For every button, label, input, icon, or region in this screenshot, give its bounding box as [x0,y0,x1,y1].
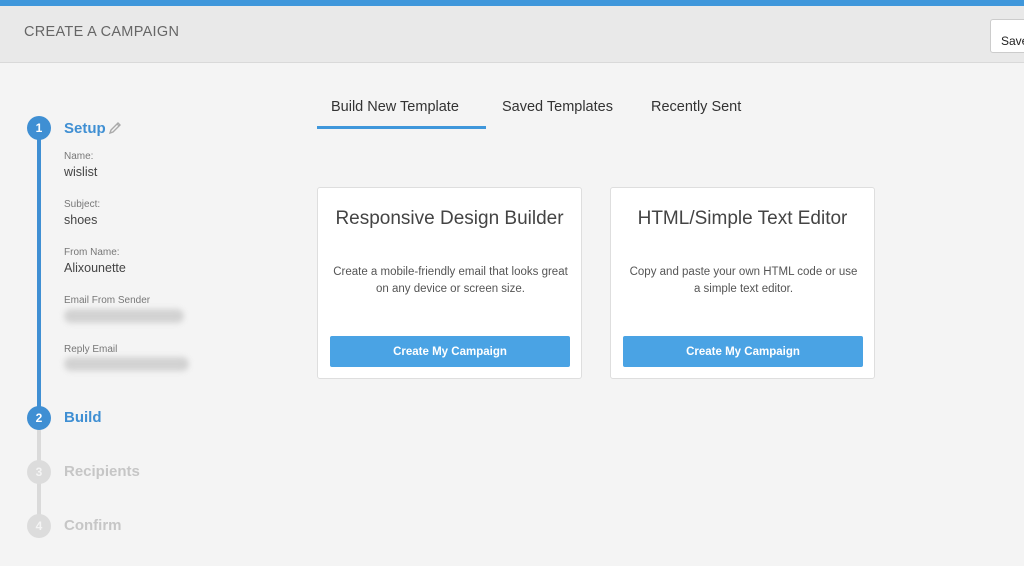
step-3-circle: 3 [27,460,51,484]
tab-saved-templates[interactable]: Saved Templates [502,99,613,115]
step-1-circle: 1 [27,116,51,140]
html-text-editor-card: HTML/Simple Text Editor Copy and paste y… [610,187,875,379]
step-2-circle: 2 [27,406,51,430]
card-title: HTML/Simple Text Editor [637,208,848,229]
tab-recently-sent[interactable]: Recently Sent [651,99,741,115]
step-confirm-label: Confirm [64,517,122,534]
reply-email-redacted [64,357,189,371]
from-name-value: Alixounette [64,261,126,275]
step-setup-label[interactable]: Setup [64,120,106,137]
create-responsive-campaign-button[interactable]: Create My Campaign [330,336,570,367]
card-title: Responsive Design Builder [335,208,564,229]
save-button[interactable]: Save [990,19,1024,53]
email-from-label: Email From Sender [64,295,151,306]
tab-build-new-template[interactable]: Build New Template [331,99,459,115]
email-from-redacted [64,309,184,323]
subject-label: Subject: [64,199,101,210]
step-4-circle: 4 [27,514,51,538]
card-description: Copy and paste your own HTML code or use… [629,266,858,295]
active-tab-indicator [317,126,486,129]
pencil-icon[interactable] [108,121,122,135]
page-title: CREATE A CAMPAIGN [24,24,180,40]
name-value: wislist [64,165,98,179]
page-header: CREATE A CAMPAIGN Save [0,6,1024,63]
step-build-label[interactable]: Build [64,409,102,426]
create-html-campaign-button[interactable]: Create My Campaign [623,336,863,367]
name-label: Name: [64,151,94,162]
subject-value: shoes [64,213,98,227]
card-description: Create a mobile-friendly email that look… [333,266,568,295]
stepper-progress-line [37,128,41,418]
step-recipients-label: Recipients [64,463,140,480]
from-name-label: From Name: [64,247,120,258]
responsive-design-card: Responsive Design Builder Create a mobil… [317,187,582,379]
reply-email-label: Reply Email [64,344,118,355]
